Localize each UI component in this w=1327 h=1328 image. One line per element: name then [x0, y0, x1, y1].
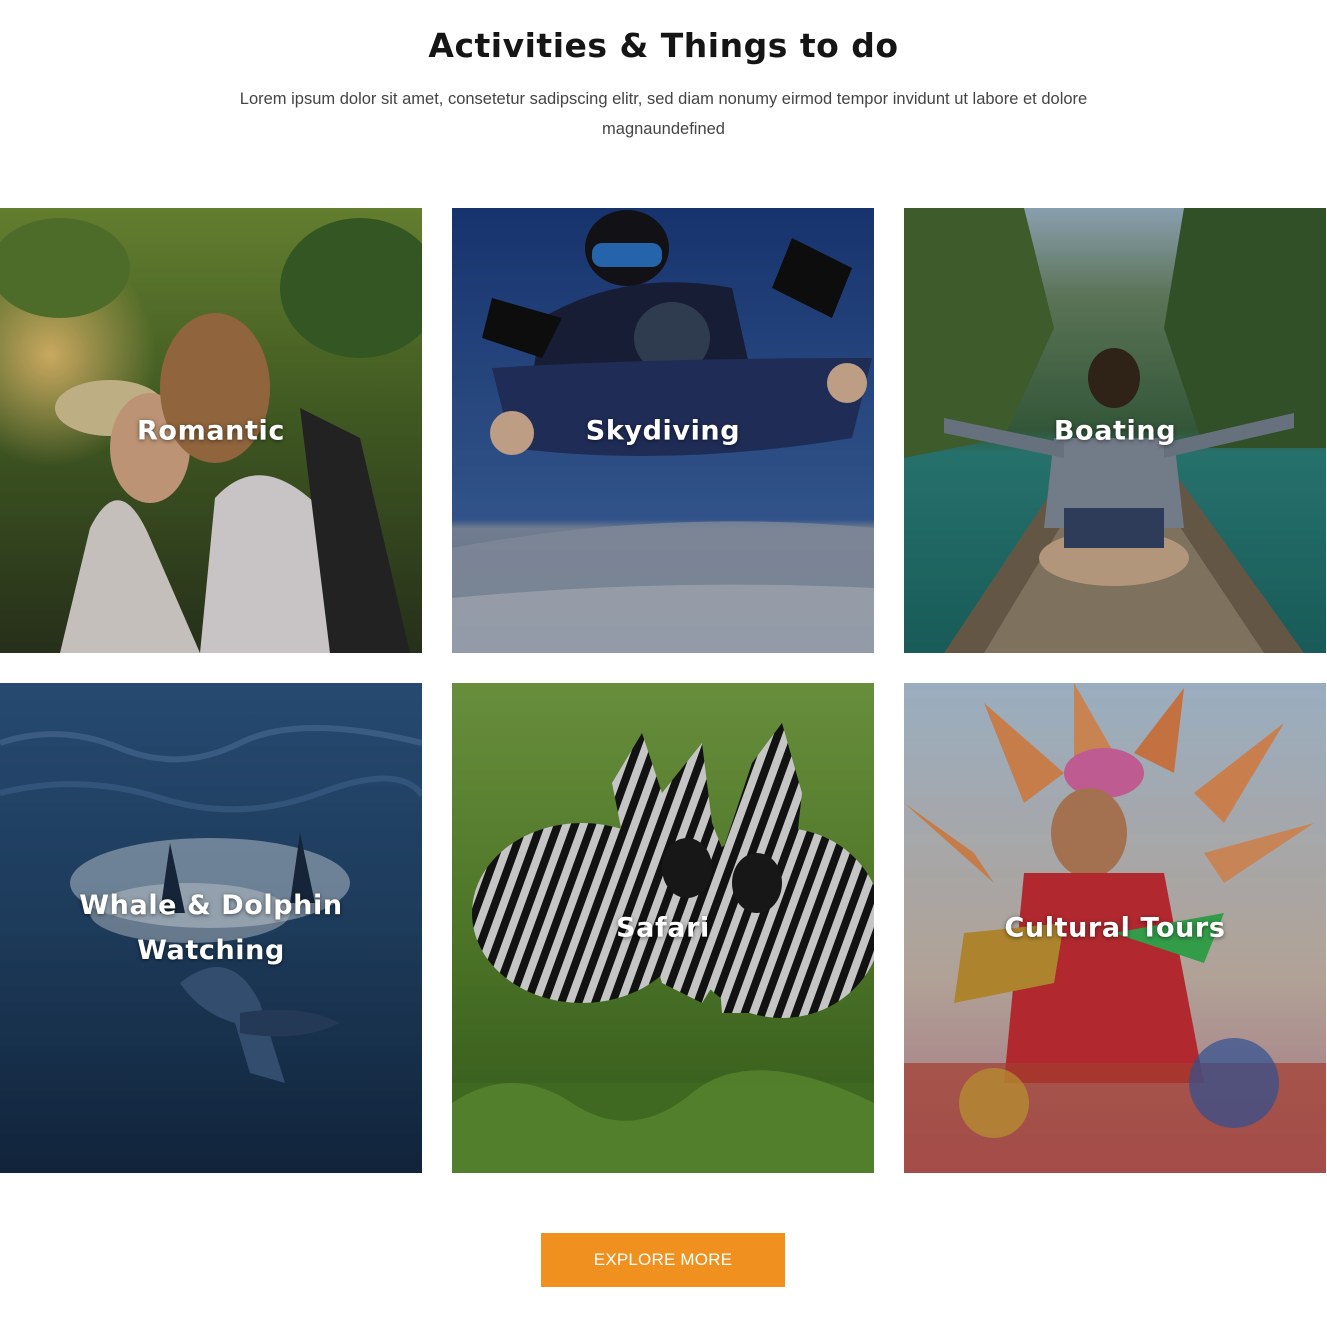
section-subtitle: Lorem ipsum dolor sit amet, consetetur s… — [239, 90, 1088, 138]
explore-more-button[interactable]: EXPLORE MORE — [541, 1233, 785, 1287]
activity-label: Romantic — [137, 415, 285, 446]
activity-card-skydiving[interactable]: Skydiving — [452, 208, 874, 653]
activities-section: Activities & Things to do Lorem ipsum do… — [0, 0, 1327, 1328]
activity-label: Cultural Tours — [1004, 912, 1226, 944]
activity-card-whale-dolphin[interactable]: Whale & Dolphin Watching — [0, 683, 422, 1173]
activity-label: Whale & Dolphin Watching — [79, 890, 343, 966]
activity-card-safari[interactable]: Safari — [452, 683, 874, 1173]
activity-card-boating[interactable]: Boating — [904, 208, 1326, 653]
activity-label: Skydiving — [585, 415, 741, 446]
activity-card-romantic[interactable]: Romantic — [0, 208, 422, 653]
activity-label: Boating — [1053, 415, 1177, 446]
activity-label: Safari — [616, 912, 710, 944]
activity-card-cultural-tours[interactable]: Cultural Tours — [904, 683, 1326, 1173]
section-title: Activities & Things to do — [428, 26, 899, 65]
